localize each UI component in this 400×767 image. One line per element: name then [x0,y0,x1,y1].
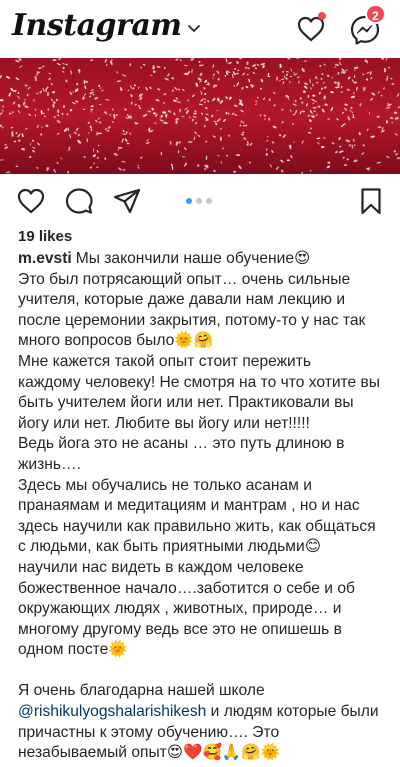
carousel-dot [186,198,192,204]
likes-count[interactable]: 19 likes [18,228,72,245]
rice-petals-photo [0,58,400,174]
caption-line: Это был потрясающий опыт… очень сильные [18,270,351,288]
post-caption: m.evsti Мы закончили наше обучение😍 Это б… [18,249,390,764]
caption-line: одном посте🌞 [18,641,128,659]
caption-line: причастны к этому обучению…. Это [18,723,280,741]
caption-line: с людьми, как быть приятными людьми😊 [18,538,321,556]
chevron-down-icon [187,24,200,32]
instagram-logo[interactable]: Instagram [12,8,200,43]
messages-badge: 2 [365,4,386,24]
logo-text: Instagram [12,8,182,43]
caption-line: много вопросов было🌞🤗 [18,332,214,350]
caption-line: Мне кажется такой опыт стоит пережить [18,352,312,370]
carousel-indicator [186,198,212,204]
carousel-dot [196,198,202,204]
share-send-icon[interactable] [112,186,142,216]
caption-line: пранаямам и медитациям и мантрам , но и … [18,497,360,515]
activity-notification-dot [318,12,326,20]
caption-line: после церемонии закрытия, потому-то у на… [18,311,366,329]
school-mention-link[interactable]: @rishikulyogshalarishikesh [18,703,206,720]
caption-line: жизнь…. [18,455,81,473]
caption-line: Здесь мы обучались не только асанам и [18,476,312,494]
post-image[interactable] [0,58,400,174]
top-bar: Instagram 2 [0,0,400,58]
post-username[interactable]: m.evsti [18,250,72,267]
caption-line: многому другому ведь все это не опишешь … [18,620,342,638]
caption-line: окружающих людях , животных, природе… и [18,600,342,618]
caption-line: здесь научили как правильно жить, как об… [18,517,376,535]
caption-line: Я очень благодарна нашей школе [18,682,265,700]
caption-line: m.evsti Мы закончили наше обучение😍 [18,250,311,267]
caption-line: незабываемый опыт😍❤️🥰🙏🤗🌞 [18,744,281,762]
caption-line: научили нас видеть в каждом человеке [18,558,304,576]
caption-line: божественное начало….заботится о себе и … [18,579,355,597]
like-heart-icon[interactable] [16,186,46,216]
comment-icon[interactable] [64,186,94,216]
caption-line: @rishikulyogshalarishikesh и людям котор… [18,703,379,721]
caption-line: Ведь йога это не асаны … это путь длиною… [18,435,345,453]
save-bookmark-icon[interactable] [356,186,386,216]
caption-line: каждому человеку! Не смотря на то что хо… [18,373,381,391]
caption-line: йогу или нет. Любите вы йогу или нет!!!!… [18,414,310,432]
post-actions [0,180,400,222]
caption-line [18,661,390,682]
caption-line: учителя, которые даже давали нам лекцию … [18,291,346,309]
carousel-dot [206,198,212,204]
caption-line: быть учителем йоги или нет. Практиковали… [18,394,354,412]
